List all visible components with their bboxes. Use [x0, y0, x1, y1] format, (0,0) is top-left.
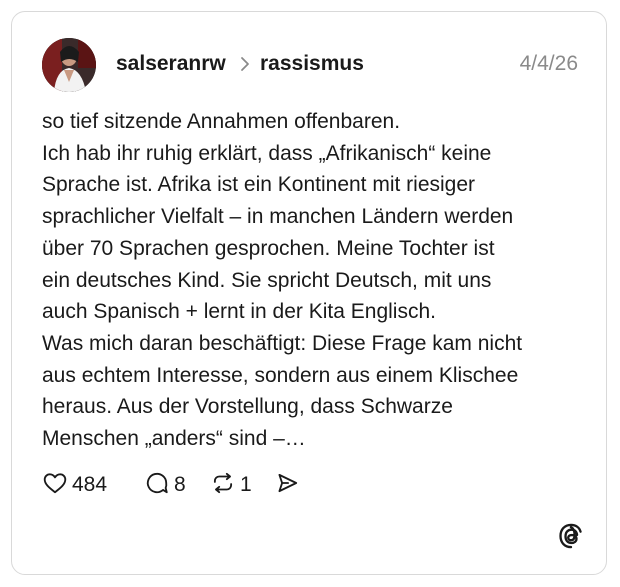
post-header: salseranrw rassismus 4/4/26: [42, 36, 578, 92]
avatar[interactable]: [42, 38, 96, 92]
like-count: 484: [72, 473, 108, 496]
post-text: so tief sitzende Annahmen offenbaren. Ic…: [42, 106, 582, 455]
heart-icon: [42, 470, 68, 501]
comment-icon: [144, 470, 170, 501]
repost-count: 1: [240, 473, 252, 496]
post-text-line: auch Spanisch + lernt in der Kita Englis…: [42, 300, 436, 324]
post-text-line: Ich hab ihr ruhig erklärt, dass „Afrikan…: [42, 141, 492, 165]
post-text-line: sprachlicher Vielfalt – in manchen Lände…: [42, 205, 514, 229]
post-text-line: ein deutsches Kind. Sie spricht Deutsch,…: [42, 268, 492, 292]
post-text-line: Was mich daran beschäftigt: Diese Frage …: [42, 331, 523, 355]
post-text-line: Menschen „anders“ sind –…: [42, 427, 306, 451]
post-actions: 484 8 1: [42, 469, 342, 501]
post-date: 4/4/26: [519, 52, 578, 75]
reply-button[interactable]: 8: [144, 469, 186, 501]
post-text-line: Sprache ist. Afrika ist ein Kontinent mi…: [42, 173, 476, 197]
post-text-line: über 70 Sprachen gesprochen. Meine Tocht…: [42, 236, 495, 260]
post-text-line: so tief sitzende Annahmen offenbaren.: [42, 110, 401, 133]
share-button[interactable]: [274, 469, 300, 501]
chevron-right-icon: [238, 53, 252, 75]
repost-icon: [210, 470, 236, 501]
send-icon: [274, 470, 300, 501]
like-button[interactable]: 484: [42, 469, 107, 501]
reply-count: 8: [174, 473, 186, 496]
threads-logo-icon: [557, 522, 585, 550]
repost-button[interactable]: 1: [210, 469, 252, 501]
topic-tag[interactable]: rassismus: [260, 52, 364, 76]
post-card[interactable]: salseranrw rassismus 4/4/26 so tief sitz…: [11, 11, 607, 575]
post-text-line: aus echtem Interesse, sondern aus einem …: [42, 363, 519, 387]
post-text-line: heraus. Aus der Vorstellung, dass Schwar…: [42, 395, 453, 419]
author-username[interactable]: salseranrw: [116, 52, 226, 76]
